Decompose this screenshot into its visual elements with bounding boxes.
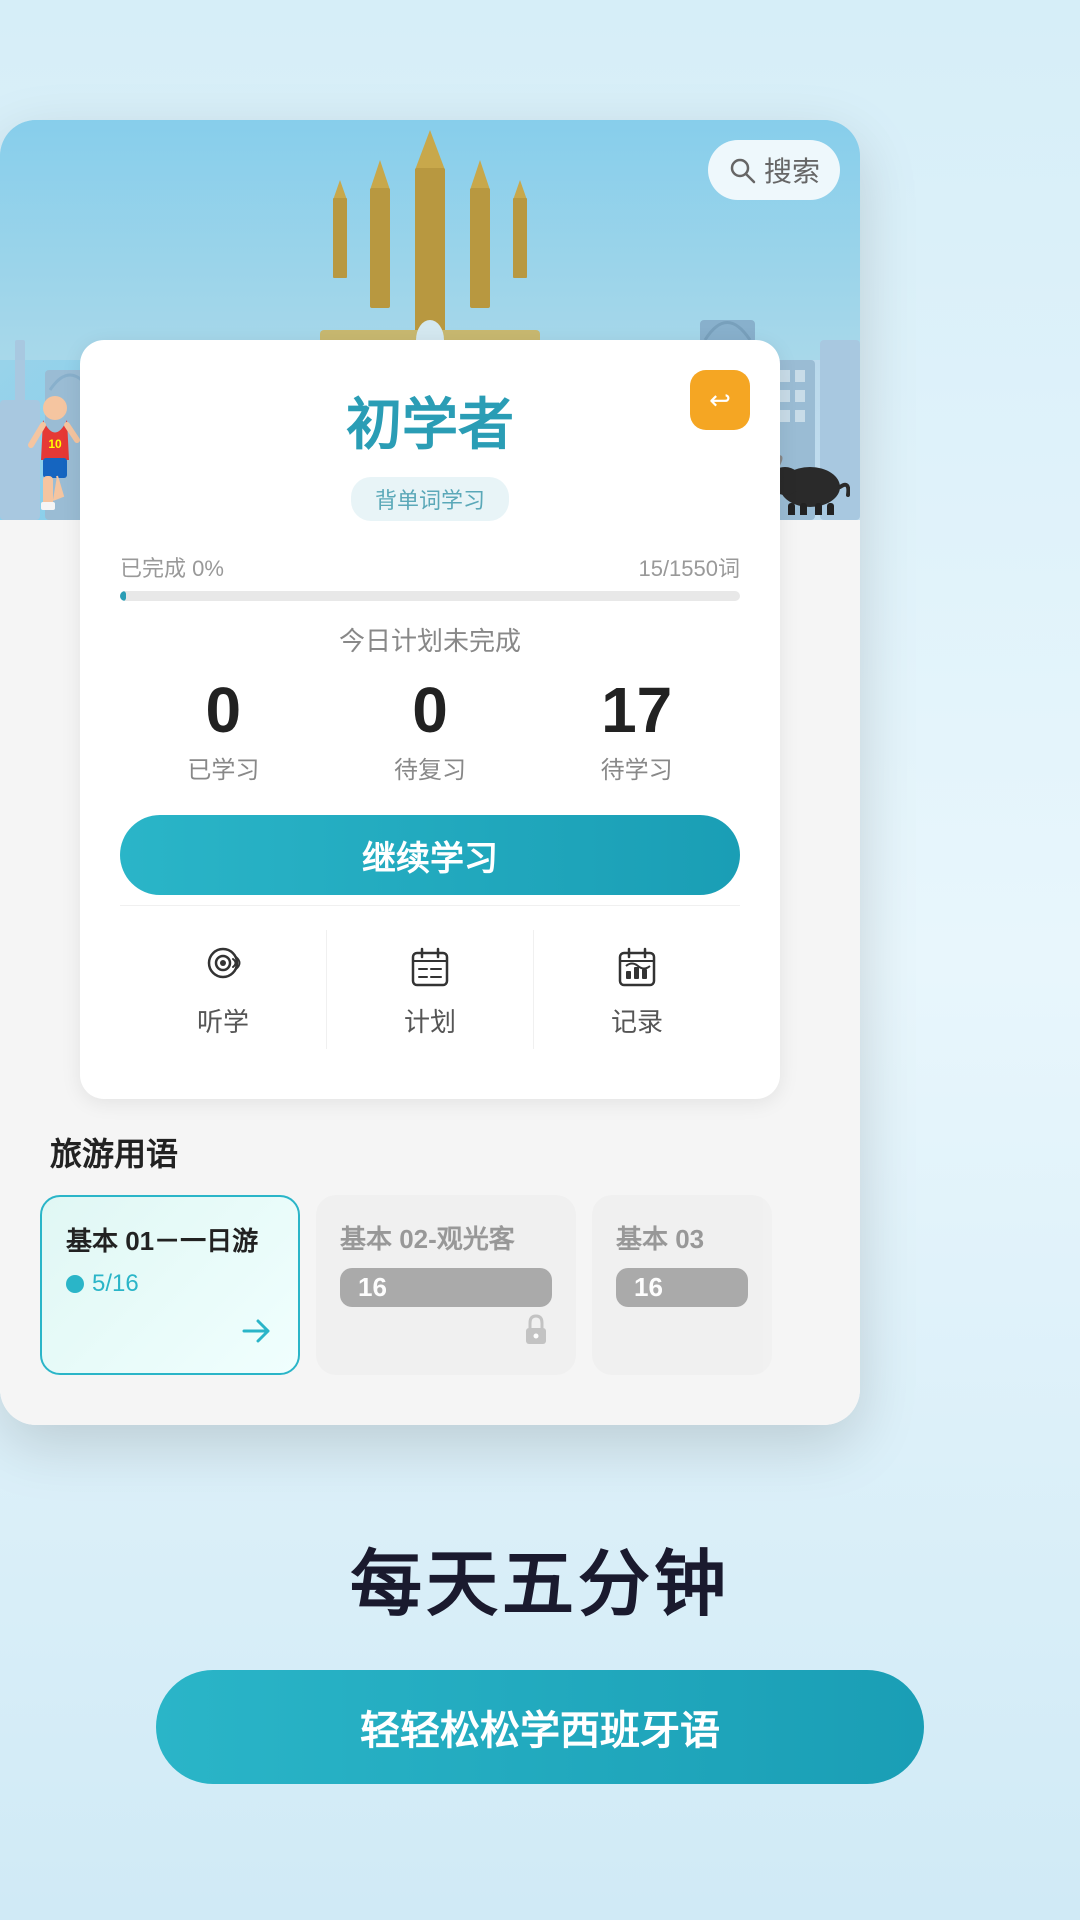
stat-review-number: 0 <box>327 678 534 742</box>
level-title: 初学者 <box>120 380 740 461</box>
course-card-3: 基本 03 16 <box>592 1195 772 1375</box>
progress-bar-fill <box>120 591 126 601</box>
stat-review: 0 待复习 <box>327 678 534 785</box>
progress-bar-bg <box>120 591 740 601</box>
app-card: 10 <box>0 120 860 1425</box>
progress-section: 已完成 0% 15/1550词 <box>120 551 740 601</box>
stats-row: 0 已学习 0 待复习 17 待学习 <box>120 678 740 785</box>
course-2-title: 基本 02-观光客 <box>340 1219 552 1256</box>
course-3-count: 16 <box>616 1268 748 1307</box>
record-icon <box>611 940 663 992</box>
toolbar-record[interactable]: 记录 <box>534 930 740 1049</box>
section-title: 旅游用语 <box>40 1129 820 1175</box>
course-card-2: 基本 02-观光客 16 <box>316 1195 576 1375</box>
toolbar-record-label: 记录 <box>611 1002 663 1039</box>
continue-button[interactable]: 继续学习 <box>120 815 740 895</box>
cta-label: 轻轻松松学西班牙语 <box>360 1709 720 1753</box>
search-label: 搜索 <box>764 150 820 190</box>
progress-right: 15/1550词 <box>638 551 740 583</box>
toolbar: 听学 <box>120 905 740 1059</box>
search-button[interactable]: 搜索 <box>708 140 840 200</box>
continue-label: 继续学习 <box>362 831 498 880</box>
stat-pending-label: 待学习 <box>533 750 740 785</box>
plan-status: 今日计划未完成 <box>120 621 740 658</box>
course-1-arrow[interactable] <box>234 1309 278 1353</box>
stat-review-label: 待复习 <box>327 750 534 785</box>
course-1-title: 基本 01－一日游 <box>66 1221 274 1258</box>
main-card: ↩ 初学者 背单词学习 已完成 0% 15/1550词 <box>80 340 780 1099</box>
course-3-title: 基本 03 <box>616 1219 748 1256</box>
svg-text:10: 10 <box>48 437 62 451</box>
tagline-main: 每天五分钟 <box>60 1525 1020 1630</box>
back-icon: ↩ <box>709 385 731 416</box>
search-icon <box>728 156 756 184</box>
bottom-section: 每天五分钟 轻轻松松学西班牙语 <box>0 1485 1080 1864</box>
course-2-count: 16 <box>340 1268 552 1307</box>
headphone-icon <box>197 940 249 992</box>
back-button[interactable]: ↩ <box>690 370 750 430</box>
plan-icon <box>404 940 456 992</box>
toolbar-plan-label: 计划 <box>404 1002 456 1039</box>
badge-center: 背单词学习 <box>120 477 740 541</box>
progress-labels: 已完成 0% 15/1550词 <box>120 551 740 583</box>
cta-button[interactable]: 轻轻松松学西班牙语 <box>156 1670 924 1784</box>
toolbar-listen[interactable]: 听学 <box>120 930 327 1049</box>
course-2-lock <box>516 1310 556 1355</box>
stat-studied: 0 已学习 <box>120 678 327 785</box>
progress-left: 已完成 0% <box>120 551 224 583</box>
progress-dot <box>66 1275 84 1293</box>
stat-pending-number: 17 <box>533 678 740 742</box>
stat-studied-number: 0 <box>120 678 327 742</box>
course-1-progress: 5/16 <box>66 1270 274 1298</box>
vocab-badge: 背单词学习 <box>351 477 509 521</box>
stat-studied-label: 已学习 <box>120 750 327 785</box>
toolbar-plan[interactable]: 计划 <box>327 930 534 1049</box>
course-cards-row: 基本 01－一日游 5/16 基本 02-观光客 16 <box>40 1195 820 1385</box>
course-1-progress-text: 5/16 <box>92 1270 139 1298</box>
toolbar-listen-label: 听学 <box>197 1002 249 1039</box>
course-card-1[interactable]: 基本 01－一日游 5/16 <box>40 1195 300 1375</box>
stat-pending: 17 待学习 <box>533 678 740 785</box>
